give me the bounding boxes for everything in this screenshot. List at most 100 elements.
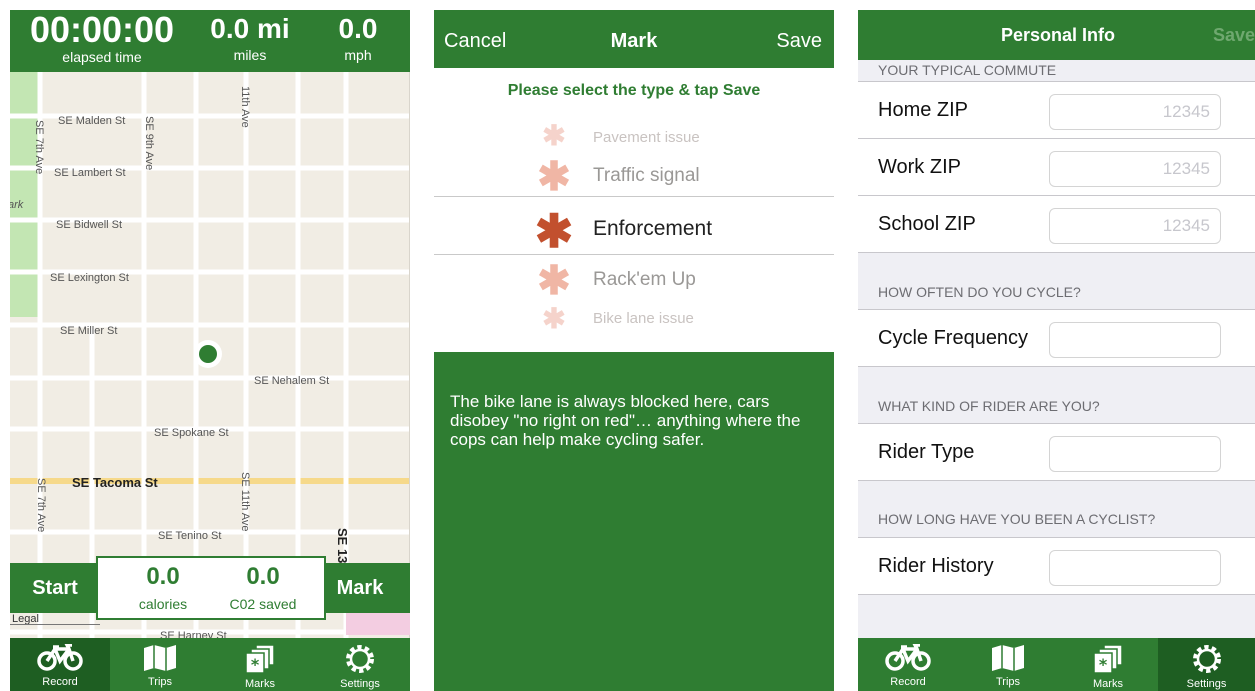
nav-bar: Personal Info Save xyxy=(858,10,1255,60)
cycle-frequency-field[interactable] xyxy=(1049,322,1221,358)
impact-box: 0.0 calories 0.0 C02 saved xyxy=(96,556,326,620)
page-title: Personal Info xyxy=(1000,25,1116,45)
record-screen: 00:00:00 elapsed time 0.0 mi miles 0.0 m… xyxy=(10,10,410,691)
co2-label: C02 saved xyxy=(229,596,297,612)
mph-value: 0.0 xyxy=(338,13,378,44)
street-label: SE Miller St xyxy=(60,325,117,337)
mark-type-label: Pavement issue xyxy=(593,129,700,146)
tab-marks[interactable]: * Marks xyxy=(210,638,310,691)
tab-bar: Record Trips * Marks Settings xyxy=(858,638,1255,691)
street-label: SE 9th Ave xyxy=(143,116,155,170)
rider-type-field[interactable] xyxy=(1049,436,1221,472)
map-icon xyxy=(144,645,176,671)
work-zip-field[interactable]: 12345 xyxy=(1049,151,1221,187)
elapsed-time-stat: 00:00:00 elapsed time xyxy=(22,10,182,64)
tab-trips[interactable]: Trips xyxy=(958,638,1058,691)
home-zip-field[interactable]: 12345 xyxy=(1049,94,1221,130)
tab-record[interactable]: Record xyxy=(858,638,958,691)
tab-label: Record xyxy=(890,676,926,688)
note-text[interactable]: The bike lane is always blocked here, ca… xyxy=(450,392,820,449)
street-label: SE 11th Ave xyxy=(239,472,251,532)
asterisk-icon: ✱ xyxy=(542,303,566,334)
miles-label: miles xyxy=(233,47,267,63)
street-label: SE Bidwell St xyxy=(56,219,122,231)
work-zip-label: Work ZIP xyxy=(878,156,961,178)
co2-value: 0.0 xyxy=(246,563,280,590)
cancel-button[interactable]: Cancel xyxy=(444,10,506,72)
tab-label: Trips xyxy=(147,676,173,688)
tab-label: Settings xyxy=(340,678,380,690)
street-label: SE Tacoma St xyxy=(72,475,158,490)
tab-marks[interactable]: * Marks xyxy=(1058,638,1158,691)
page-title: Mark xyxy=(610,30,658,52)
co2-stat: 0.0 C02 saved xyxy=(213,562,313,616)
start-button[interactable]: Start xyxy=(10,563,100,613)
section-header: HOW LONG HAVE YOU BEEN A CYCLIST? xyxy=(878,511,1156,527)
asterisk-icon: ✱ xyxy=(537,155,571,199)
instruction-text: Please select the type & tap Save xyxy=(507,82,761,99)
street-label: SE 7th Ave xyxy=(33,120,45,174)
stats-header: 00:00:00 elapsed time 0.0 mi miles 0.0 m… xyxy=(10,10,410,72)
mark-type-option-selected[interactable]: ✱ Enforcement xyxy=(434,205,834,257)
tab-label: Trips xyxy=(995,676,1021,688)
map-icon xyxy=(992,645,1024,671)
location-dot xyxy=(199,345,217,363)
mark-screen: Cancel Mark Save Please select the type … xyxy=(434,10,834,691)
mark-type-option[interactable]: ✱ Pavement issue xyxy=(434,120,834,151)
rider-history-field[interactable] xyxy=(1049,550,1221,586)
calories-value: 0.0 xyxy=(146,563,180,590)
cycle-frequency-label: Cycle Frequency xyxy=(878,327,1029,349)
picker-selection-line xyxy=(434,254,834,255)
rider-type-label: Rider Type xyxy=(878,441,975,463)
svg-text:*: * xyxy=(1099,655,1108,674)
mark-type-label: Bike lane issue xyxy=(593,310,694,327)
tab-label: Settings xyxy=(1186,678,1227,690)
tab-label: Record xyxy=(42,676,78,688)
mark-type-option[interactable]: ✱ Traffic signal xyxy=(434,155,834,199)
tab-trips[interactable]: Trips xyxy=(110,638,210,691)
mark-type-option[interactable]: ✱ Rack'em Up xyxy=(434,259,834,303)
section-header: WHAT KIND OF RIDER ARE YOU? xyxy=(878,398,1100,414)
map-view[interactable]: SE Malden St SE Lambert St SE Bidwell St… xyxy=(10,72,410,638)
tab-record[interactable]: Record xyxy=(10,638,110,691)
calories-stat: 0.0 calories xyxy=(113,562,213,616)
tab-label: Marks xyxy=(245,678,275,690)
school-zip-label: School ZIP xyxy=(878,213,976,235)
street-label: SE Tenino St xyxy=(158,530,221,542)
school-zip-field[interactable]: 12345 xyxy=(1049,208,1221,244)
rider-history-row: Rider History xyxy=(858,538,1255,595)
tab-bar: Record Trips * Marks Settings xyxy=(10,638,410,691)
map-overlay-swatch xyxy=(346,613,410,635)
mark-type-option[interactable]: ✱ Bike lane issue xyxy=(434,303,834,334)
home-zip-label: Home ZIP xyxy=(878,99,969,121)
marks-icon: * xyxy=(245,644,275,674)
park-area xyxy=(10,72,38,317)
mark-type-label: Traffic signal xyxy=(593,165,700,186)
save-button[interactable]: Save xyxy=(776,10,822,72)
asterisk-icon: ✱ xyxy=(537,259,571,303)
street-label: SE Nehalem St xyxy=(254,375,329,387)
svg-text:*: * xyxy=(251,655,260,674)
street-label: SE Malden St xyxy=(58,115,125,127)
legal-divider xyxy=(10,624,100,625)
asterisk-icon: ✱ xyxy=(534,205,574,257)
mark-type-label: Enforcement xyxy=(593,217,713,240)
rider-history-label: Rider History xyxy=(878,555,994,577)
cycle-frequency-row: Cycle Frequency xyxy=(858,310,1255,367)
save-button[interactable]: Save xyxy=(1213,10,1255,60)
street-label: SE 7th Ave xyxy=(35,478,47,532)
gear-icon xyxy=(1192,645,1221,673)
tab-settings[interactable]: Settings xyxy=(310,638,410,691)
marks-icon: * xyxy=(1093,644,1123,674)
picker-selection-line xyxy=(434,196,834,197)
park-label: ark xyxy=(10,199,24,211)
street-label: SE Harney St xyxy=(160,630,227,638)
note-panel[interactable]: The bike lane is always blocked here, ca… xyxy=(434,352,834,691)
section-header: YOUR TYPICAL COMMUTE xyxy=(878,62,1057,78)
bicycle-icon xyxy=(37,644,83,671)
nav-bar: Cancel Mark Save xyxy=(434,10,834,68)
mph-label: mph xyxy=(344,47,372,63)
rider-type-row: Rider Type xyxy=(858,424,1255,481)
tab-settings[interactable]: Settings xyxy=(1158,638,1255,691)
miles-value: 0.0 mi xyxy=(210,13,290,44)
